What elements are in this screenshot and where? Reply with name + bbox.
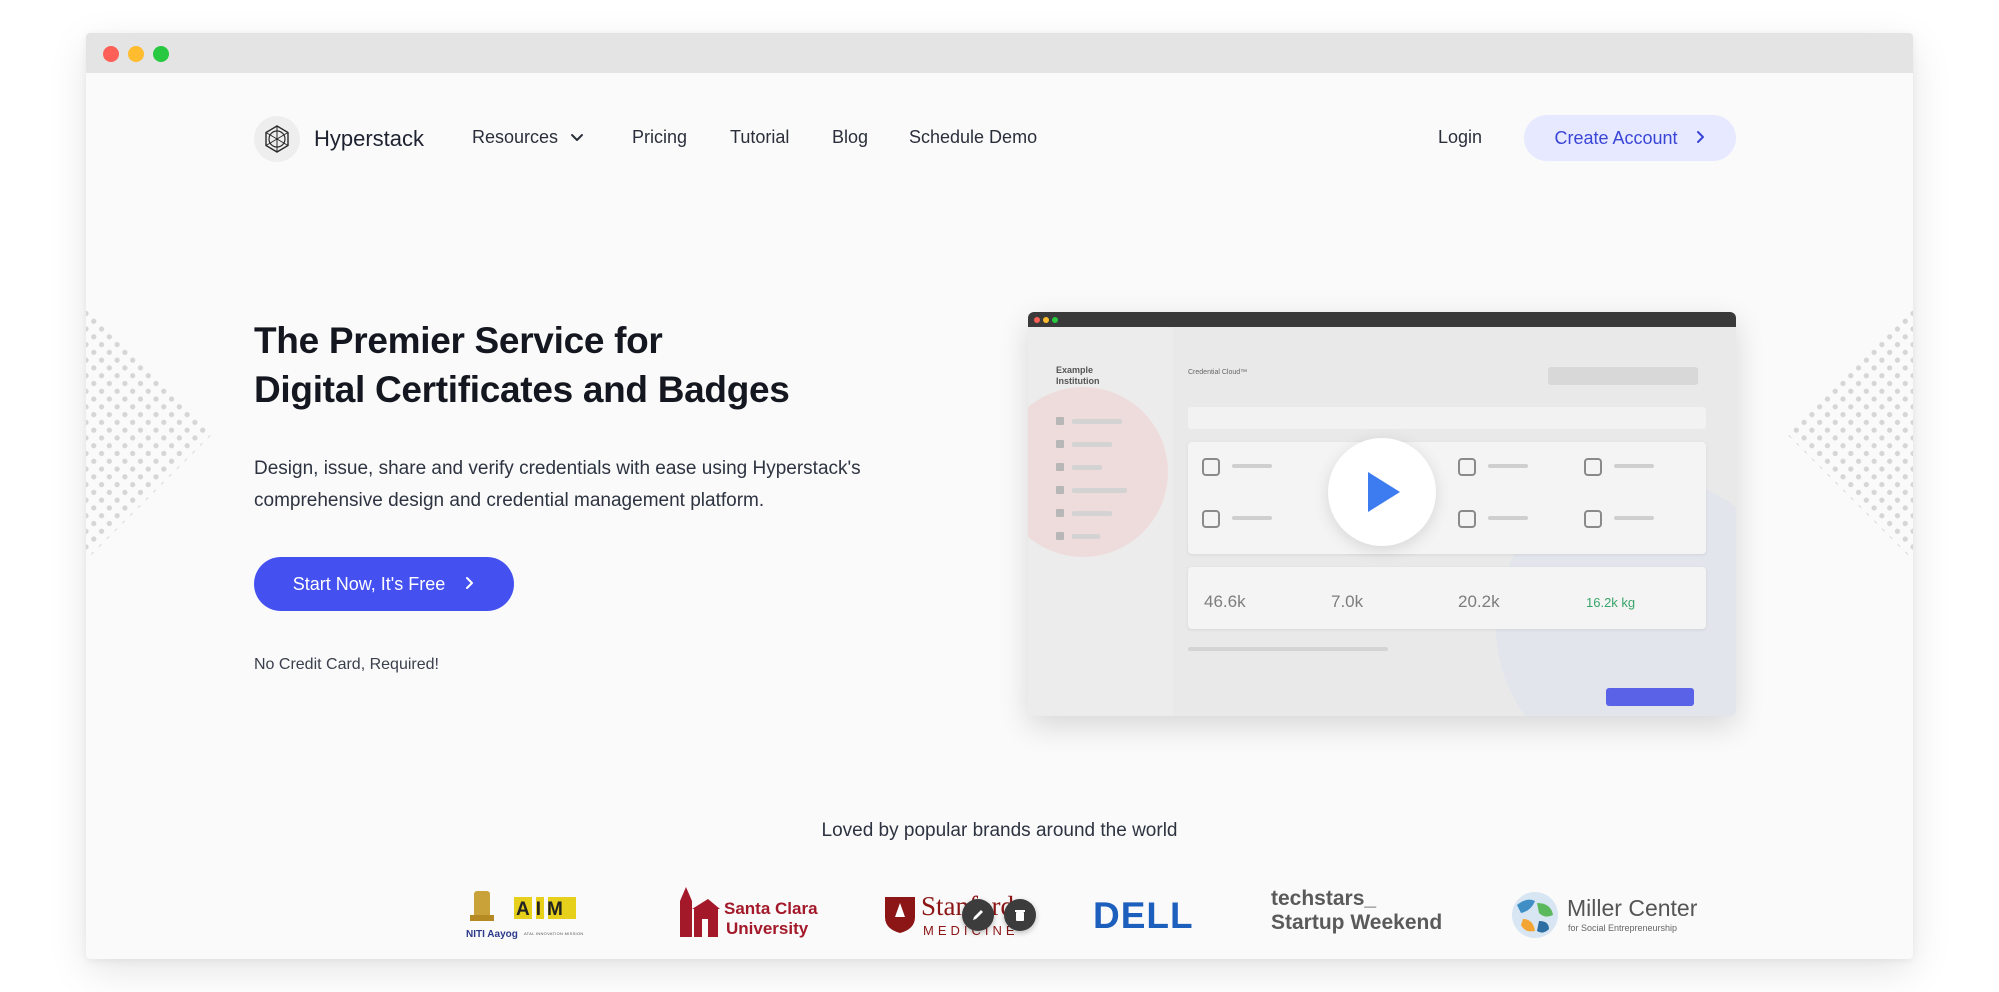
niti-aayog-aim-logo: NITI Aayog AIM ATAL INNOVATION MISSION [466,885,606,949]
university-text: University [726,919,809,938]
product-video-preview[interactable]: Example Institution Credential Cloud™ 46… [1028,312,1736,716]
hero-title-line-1: The Premier Service for [254,320,663,361]
santa-clara-university-logo: Santa Clara University [676,885,818,949]
create-account-label: Create Account [1554,127,1678,148]
techstars-text: techstars_ [1271,887,1377,910]
delete-button[interactable] [1004,899,1036,931]
nav-schedule-demo-link[interactable]: Schedule Demo [909,127,1037,148]
preview-action-icon [1458,458,1476,476]
preview-dot-yellow [1043,317,1049,323]
startup-weekend-text: Startup Weekend [1271,911,1443,934]
atal-innovation-mission-text: ATAL INNOVATION MISSION [524,931,584,936]
preview-window-bar [1028,312,1736,327]
preview-menu-icon [1056,417,1064,425]
no-credit-card-note: No Credit Card, Required! [254,656,439,673]
preview-tabs [1188,407,1706,429]
stanford-medicine-logo: Stanford MEDICINE [883,885,1023,949]
preview-menu-icon [1056,486,1064,494]
create-account-button[interactable]: Create Account [1524,115,1736,161]
preview-action-label [1488,464,1528,468]
preview-menu-line [1072,419,1122,424]
santa-clara-text: Santa Clara [724,899,818,918]
dell-text: DELL [1093,895,1194,936]
preview-menu-icon [1056,509,1064,517]
maximize-window-button[interactable] [153,46,169,62]
preview-menu-line [1072,511,1112,516]
brand-name: Hyperstack [314,126,425,151]
preview-stat-value: 46.6k [1204,592,1246,611]
niti-aayog-text: NITI Aayog [466,929,518,940]
trash-icon [1015,910,1025,921]
preview-action-label [1614,516,1654,520]
preview-dot-red [1034,317,1040,323]
preview-menu-line [1072,534,1100,539]
aim-text: AIM [516,899,569,920]
preview-action-icon [1458,510,1476,528]
dotted-diamond-decoration-left [86,305,214,561]
miller-center-logo: Miller Center for Social Entrepreneurshi… [1509,885,1699,949]
preview-menu-line [1072,442,1112,447]
social-entrepreneurship-text: for Social Entrepreneurship [1568,923,1678,933]
start-now-label: Start Now, It's Free [292,573,446,594]
preview-stat-value: 16.2k kg [1586,595,1636,610]
preview-menu-line [1072,465,1102,470]
preview-menu-icon [1056,440,1064,448]
preview-action-label [1488,516,1528,520]
techstars-startup-weekend-logo: techstars_ Startup Weekend [1271,885,1451,949]
nav-blog-link[interactable]: Blog [832,127,868,148]
play-video-button[interactable] [1328,438,1436,546]
preview-action-icon [1584,458,1602,476]
preview-product-name: Credential Cloud™ [1188,369,1248,376]
preview-menu-line [1072,488,1127,493]
preview-dot-green [1052,317,1058,323]
hero-title-line-2: Digital Certificates and Badges [254,369,790,410]
preview-cta-button [1606,688,1694,706]
preview-action-icon [1584,510,1602,528]
preview-footer-line [1188,647,1388,651]
preview-actions-card [1188,442,1706,554]
hero-subtitle: Design, issue, share and verify credenti… [254,458,861,511]
hero-title: The Premier Service for Digital Certific… [254,316,790,414]
nav-tutorial-link[interactable]: Tutorial [730,127,789,148]
chevron-down-icon [570,127,584,148]
nav-pricing-link[interactable]: Pricing [632,127,687,148]
preview-action-label [1614,464,1654,468]
preview-menu-icon [1056,463,1064,471]
chevron-right-icon [1696,128,1706,149]
start-now-button[interactable]: Start Now, It's Free [254,557,514,611]
miller-center-text: Miller Center [1567,895,1698,921]
brand-home-link[interactable]: Hyperstack [254,116,424,162]
dotted-diamond-decoration-right [1785,305,1913,561]
edit-button[interactable] [962,899,994,931]
minimize-window-button[interactable] [128,46,144,62]
nav-resources-dropdown[interactable]: Resources [472,127,584,148]
preview-stat-value: 7.0k [1331,592,1364,611]
preview-menu-icon [1056,532,1064,540]
preview-action-icon [1202,510,1220,528]
nav-resources-label: Resources [472,127,559,147]
play-icon [1368,472,1400,512]
login-link[interactable]: Login [1438,127,1482,148]
hyperstack-logo-icon [254,116,300,162]
preview-action-icon [1202,458,1220,476]
brand-logos-row: NITI Aayog AIM ATAL INNOVATION MISSION S… [466,885,1699,949]
preview-stat-value: 20.2k [1458,592,1500,611]
dell-logo: DELL [1093,885,1203,949]
chevron-right-icon [465,574,475,595]
preview-action-label [1232,464,1272,468]
preview-action-label [1232,516,1272,520]
close-window-button[interactable] [103,46,119,62]
pencil-icon [973,910,983,920]
window-titlebar [86,33,1913,73]
top-navigation: Hyperstack Resources Pricing Tutorial Bl… [254,115,1736,163]
brands-heading: Loved by popular brands around the world [821,820,1178,841]
browser-window: Hyperstack Resources Pricing Tutorial Bl… [86,33,1913,959]
preview-avatars [1548,367,1698,385]
preview-institution-name: Example Institution [1056,365,1100,386]
